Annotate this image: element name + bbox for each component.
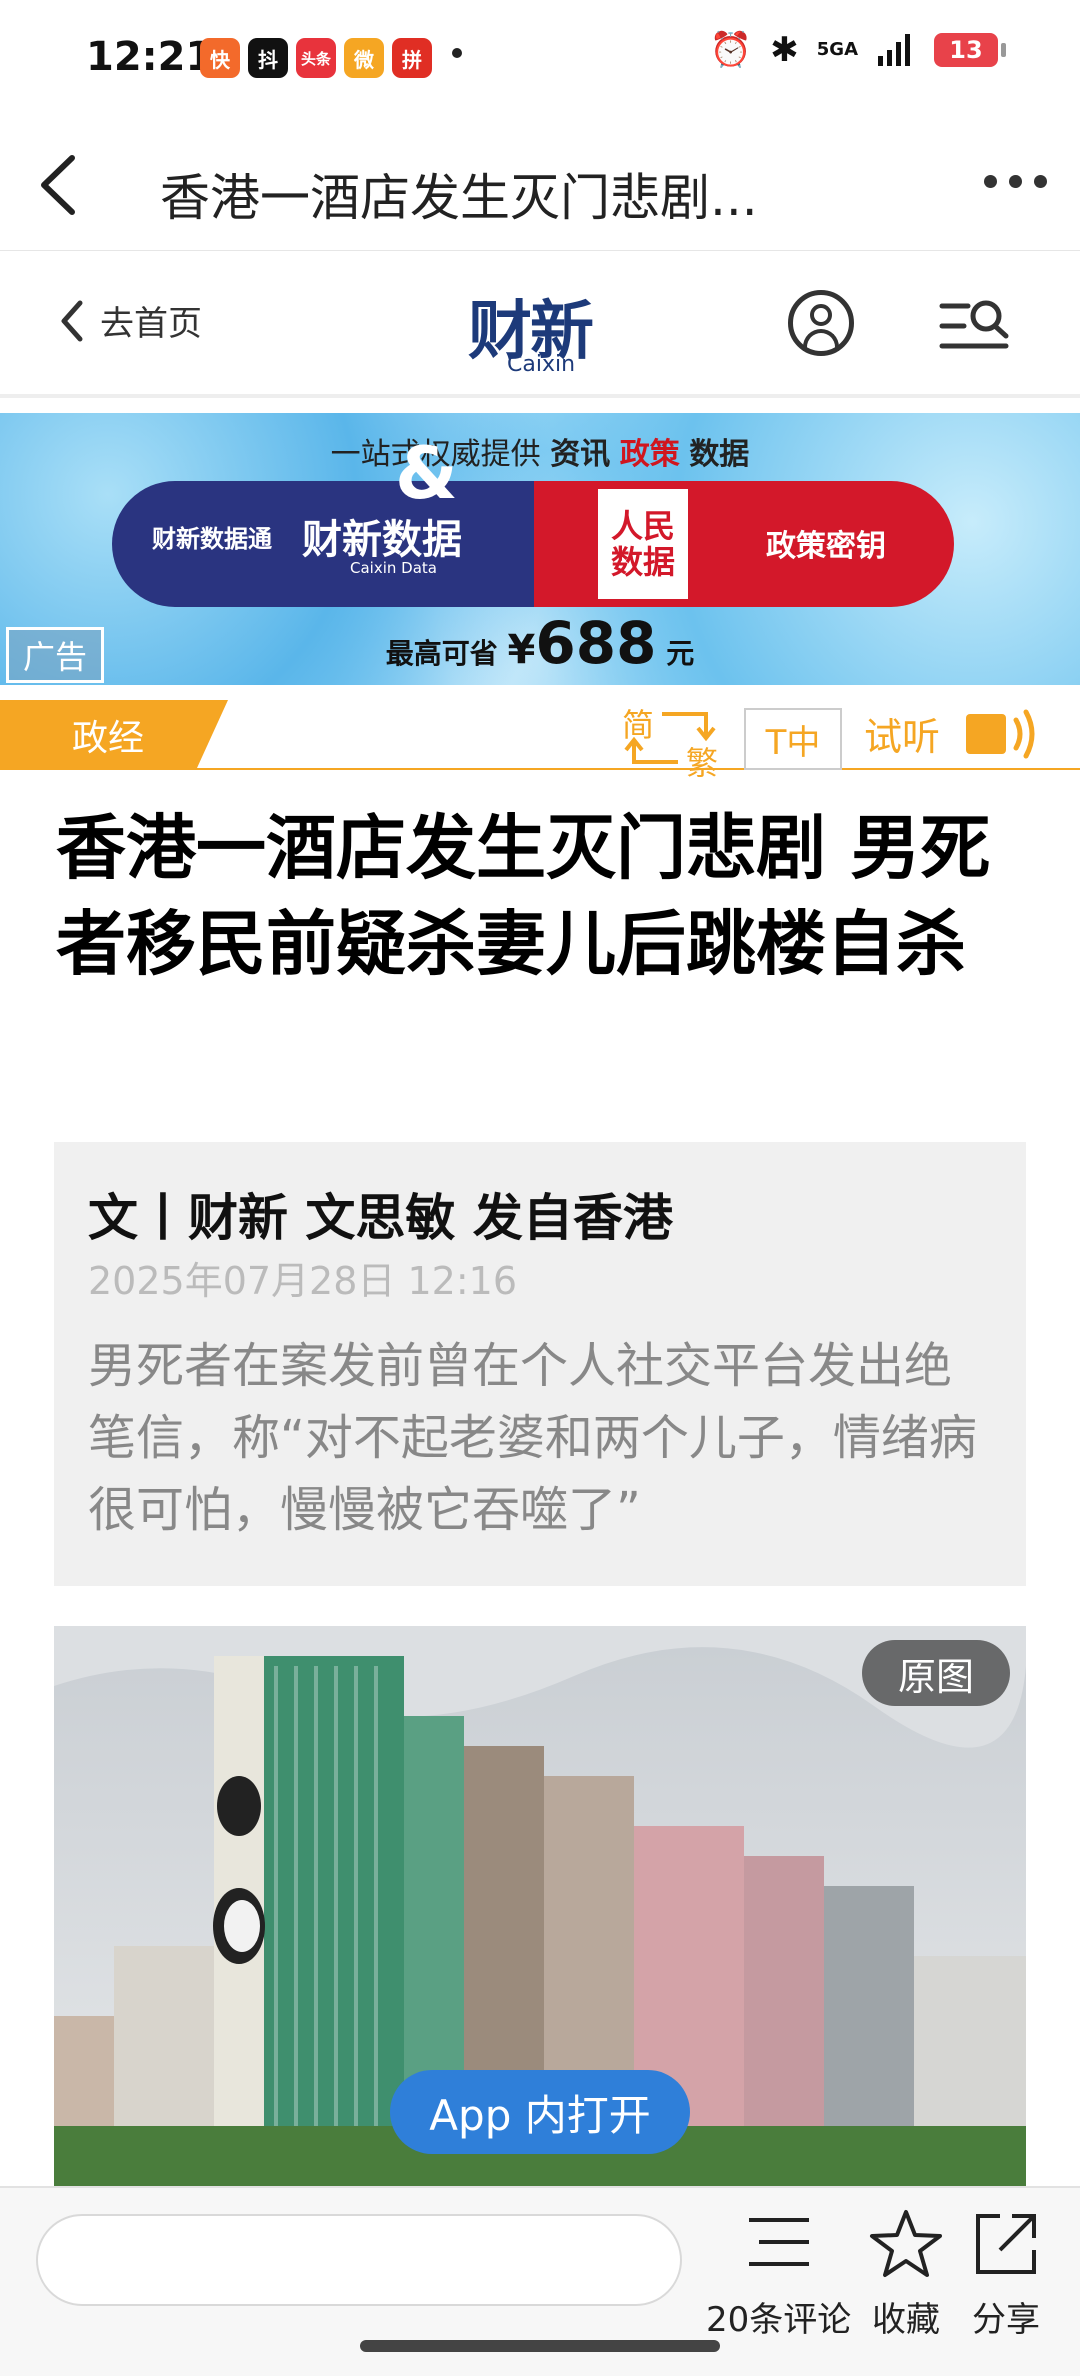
category-divider: [0, 768, 1080, 770]
comments-button[interactable]: 20条评论: [706, 2204, 851, 2341]
more-options-icon[interactable]: [980, 175, 1050, 195]
favorite-button[interactable]: 收藏: [866, 2204, 946, 2341]
title-bar: 香港一酒店发生灭门悲剧...: [0, 120, 1080, 251]
ad-policy-key: 政策密钥: [766, 529, 886, 564]
article-date: 2025年07月28日 12:16: [88, 1259, 518, 1303]
notification-dot: [452, 48, 462, 58]
alarm-icon: ⏰: [709, 30, 753, 70]
article-byline: 文丨财新 文思敏 发自香港: [88, 1189, 673, 1247]
article-summary: 男死者在案发前曾在个人社交平台发出绝笔信，称“对不起老婆和两个儿子，情绪病很可怕…: [88, 1338, 977, 1538]
font-size-button[interactable]: T中: [744, 708, 842, 770]
ad-price-currency: ¥: [507, 627, 536, 673]
chevron-left-icon: [61, 300, 83, 341]
ad-tagline-word-1: 资讯: [550, 437, 611, 472]
ad-banner[interactable]: 一站式权威提供 资讯 政策 数据 财新数据通 财新数据 Caixin Data …: [0, 413, 1080, 685]
ad-tagline-word-3: 数据: [689, 437, 750, 472]
ad-brand-datatong: 财新数据通: [152, 525, 272, 553]
status-indicators: ⏰ ✱ 5GA 13: [709, 30, 1006, 70]
battery-icon: 13: [934, 33, 1006, 67]
favorite-label: 收藏: [872, 2300, 940, 2340]
pinduoduo-app-icon: 拼: [392, 38, 432, 78]
simplified-label: 简: [622, 706, 655, 744]
douyin-app-icon: 抖: [248, 38, 288, 78]
signal-icon: [878, 34, 910, 66]
ad-ampersand: &: [395, 431, 458, 515]
user-account-icon[interactable]: [788, 290, 854, 356]
menu-search-icon[interactable]: [938, 296, 1010, 356]
open-in-app-button[interactable]: App 内打开: [390, 2070, 690, 2154]
people-data-logo: 人民数据: [598, 489, 688, 599]
toutiao-app-icon: 头条: [296, 38, 336, 78]
page-title: 香港一酒店发生灭门悲剧...: [160, 169, 758, 227]
ad-brand-caixin-data-en: Caixin Data: [350, 559, 437, 577]
caixin-logo-en: Caixin: [507, 352, 576, 377]
star-icon: [870, 2210, 942, 2277]
ad-pill-right: 人民数据 政策密钥: [534, 481, 954, 607]
ad-price-unit: 元: [666, 637, 695, 670]
article-meta-box: 文丨财新 文思敏 发自香港 2025年07月28日 12:16 男死者在案发前曾…: [54, 1142, 1026, 1586]
ad-tagline-word-2: 政策: [619, 437, 680, 472]
home-link-label: 去首页: [100, 304, 202, 344]
ad-pill: 财新数据通 财新数据 Caixin Data 人民数据 政策密钥: [112, 481, 954, 607]
ad-brand-caixin-data: 财新数据: [302, 517, 462, 563]
site-header: 去首页 财新 Caixin: [0, 252, 1080, 398]
status-time: 12:21: [86, 34, 214, 80]
ad-label: 广告: [6, 627, 104, 683]
home-link[interactable]: 去首页: [58, 296, 202, 345]
category-tag[interactable]: 政经: [0, 700, 228, 770]
ad-pill-left: 财新数据通 财新数据 Caixin Data: [112, 481, 534, 607]
network-label: 5GA: [816, 39, 858, 60]
speaker-icon[interactable]: [962, 702, 1042, 766]
weibo-app-icon: 微: [344, 38, 384, 78]
share-icon: [976, 2214, 1036, 2274]
share-button[interactable]: 分享: [966, 2204, 1046, 2341]
ad-price-value: 688: [535, 609, 657, 677]
original-image-button[interactable]: 原图: [862, 1640, 1010, 1706]
ad-price: 最高可省 ¥688 元: [0, 609, 1080, 677]
simplified-traditional-toggle[interactable]: 简 繁: [618, 700, 722, 782]
kuaishou-app-icon: 快: [200, 38, 240, 78]
share-label: 分享: [972, 2300, 1040, 2340]
ad-tagline: 一站式权威提供 资讯 政策 数据: [0, 429, 1080, 473]
status-bar: 12:21 快 抖 头条 微 拼 ⏰ ✱ 5GA 13: [0, 0, 1080, 120]
listen-button[interactable]: 试听: [864, 706, 940, 761]
traditional-label: 繁: [686, 744, 719, 782]
ad-price-prefix: 最高可省: [385, 637, 498, 670]
bluetooth-icon: ✱: [770, 30, 799, 70]
comments-list-icon: [748, 2218, 809, 2266]
home-indicator[interactable]: [360, 2340, 720, 2352]
comment-input[interactable]: [36, 2214, 682, 2306]
article-headline: 香港一酒店发生灭门悲剧 男死者移民前疑杀妻儿后跳楼自杀: [56, 807, 991, 985]
comments-label: 20条评论: [706, 2300, 852, 2340]
back-icon[interactable]: [30, 150, 90, 220]
